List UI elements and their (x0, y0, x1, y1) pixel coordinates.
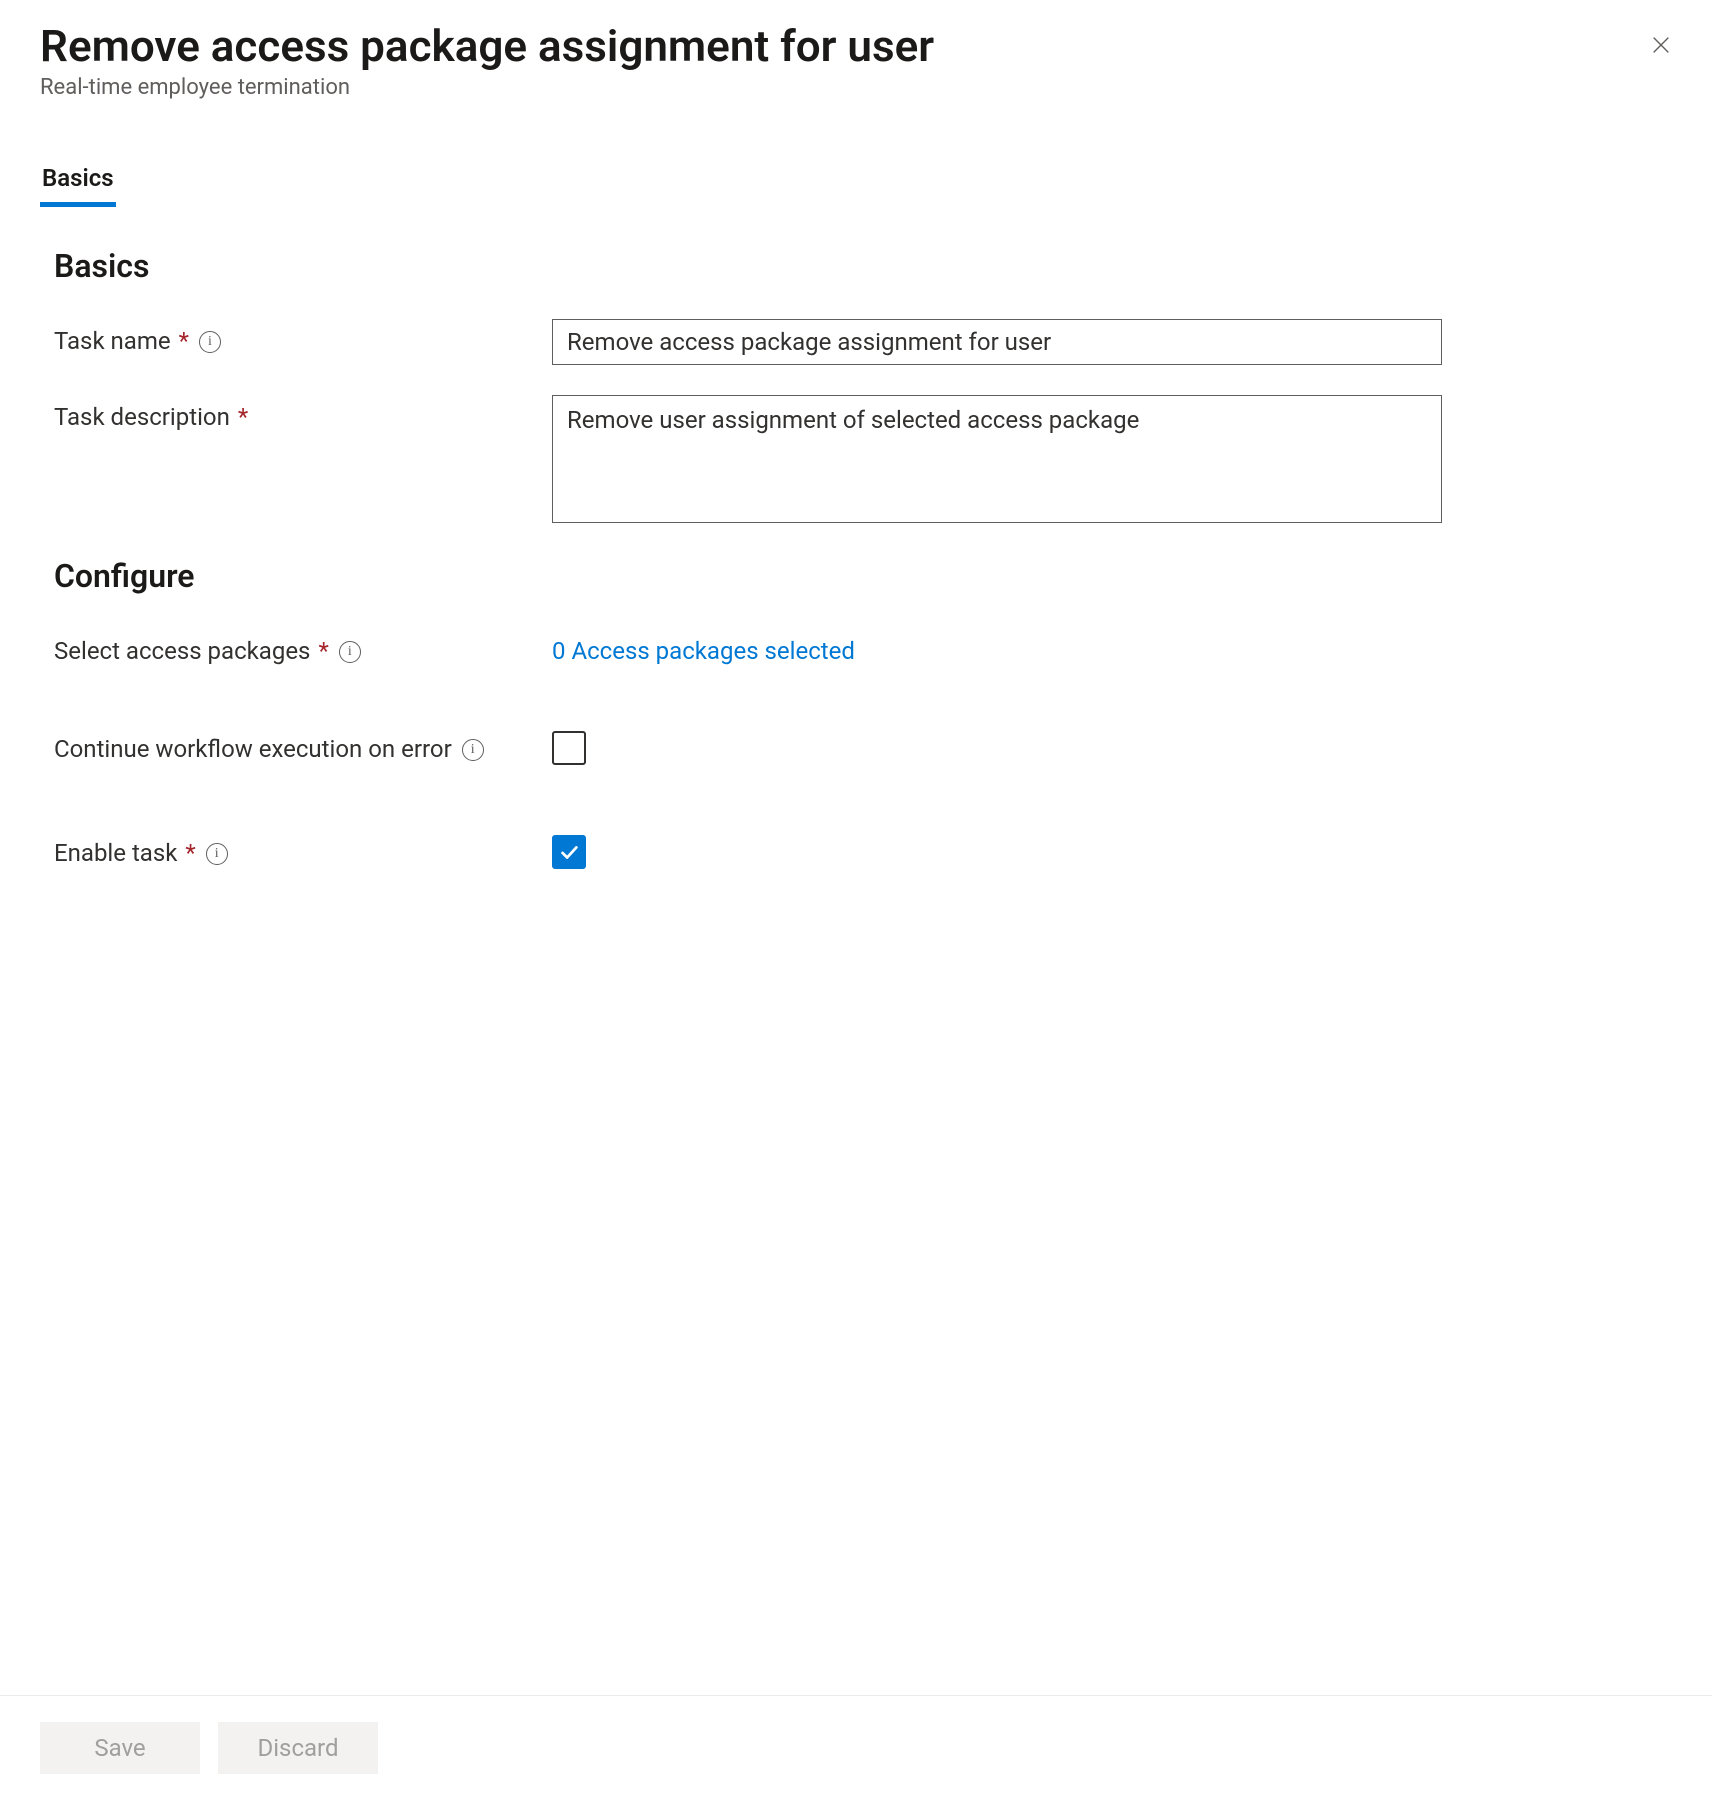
close-icon (1650, 44, 1672, 59)
save-button[interactable]: Save (40, 1722, 200, 1774)
header: Remove access package assignment for use… (40, 20, 1672, 100)
control-task-description (552, 395, 1442, 527)
control-select-packages: 0 Access packages selected (552, 629, 855, 665)
content: Basics Task name * i Task description * … (40, 207, 1672, 1695)
label-task-name: Task name * i (54, 319, 552, 355)
row-task-description: Task description * (54, 395, 1672, 527)
header-text: Remove access package assignment for use… (40, 20, 934, 100)
enable-task-checkbox[interactable] (552, 835, 586, 869)
label-task-description-text: Task description (54, 403, 230, 431)
panel: Remove access package assignment for use… (0, 0, 1712, 1808)
page-subtitle: Real-time employee termination (40, 75, 934, 100)
control-continue-on-error (552, 727, 586, 769)
info-icon[interactable]: i (462, 739, 484, 761)
section-heading-configure: Configure (54, 557, 1672, 595)
row-select-packages: Select access packages * i 0 Access pack… (54, 629, 1672, 665)
task-description-input[interactable] (552, 395, 1442, 523)
task-name-input[interactable] (552, 319, 1442, 365)
select-packages-link[interactable]: 0 Access packages selected (552, 629, 855, 665)
tabs: Basics (40, 164, 1672, 207)
required-marker: * (238, 403, 248, 431)
label-select-packages: Select access packages * i (54, 629, 552, 665)
label-task-description: Task description * (54, 395, 552, 431)
page-title: Remove access package assignment for use… (40, 20, 934, 73)
row-task-name: Task name * i (54, 319, 1672, 365)
info-icon[interactable]: i (206, 843, 228, 865)
required-marker: * (318, 637, 328, 665)
tab-basics[interactable]: Basics (40, 164, 116, 207)
info-icon[interactable]: i (199, 331, 221, 353)
label-task-name-text: Task name (54, 327, 171, 355)
footer: Save Discard (0, 1695, 1712, 1808)
section-heading-basics: Basics (54, 247, 1672, 285)
control-enable-task (552, 831, 586, 869)
label-continue-on-error-text: Continue workflow execution on error (54, 735, 452, 763)
required-marker: * (185, 839, 195, 867)
label-continue-on-error: Continue workflow execution on error i (54, 727, 552, 763)
discard-button[interactable]: Discard (218, 1722, 378, 1774)
row-continue-on-error: Continue workflow execution on error i (54, 727, 1672, 769)
continue-on-error-checkbox[interactable] (552, 731, 586, 765)
info-icon[interactable]: i (339, 641, 361, 663)
required-marker: * (179, 327, 189, 355)
close-button[interactable] (1642, 26, 1680, 67)
label-select-packages-text: Select access packages (54, 637, 310, 665)
label-enable-task-text: Enable task (54, 839, 177, 867)
control-task-name (552, 319, 1442, 365)
label-enable-task: Enable task * i (54, 831, 552, 867)
row-enable-task: Enable task * i (54, 831, 1672, 869)
